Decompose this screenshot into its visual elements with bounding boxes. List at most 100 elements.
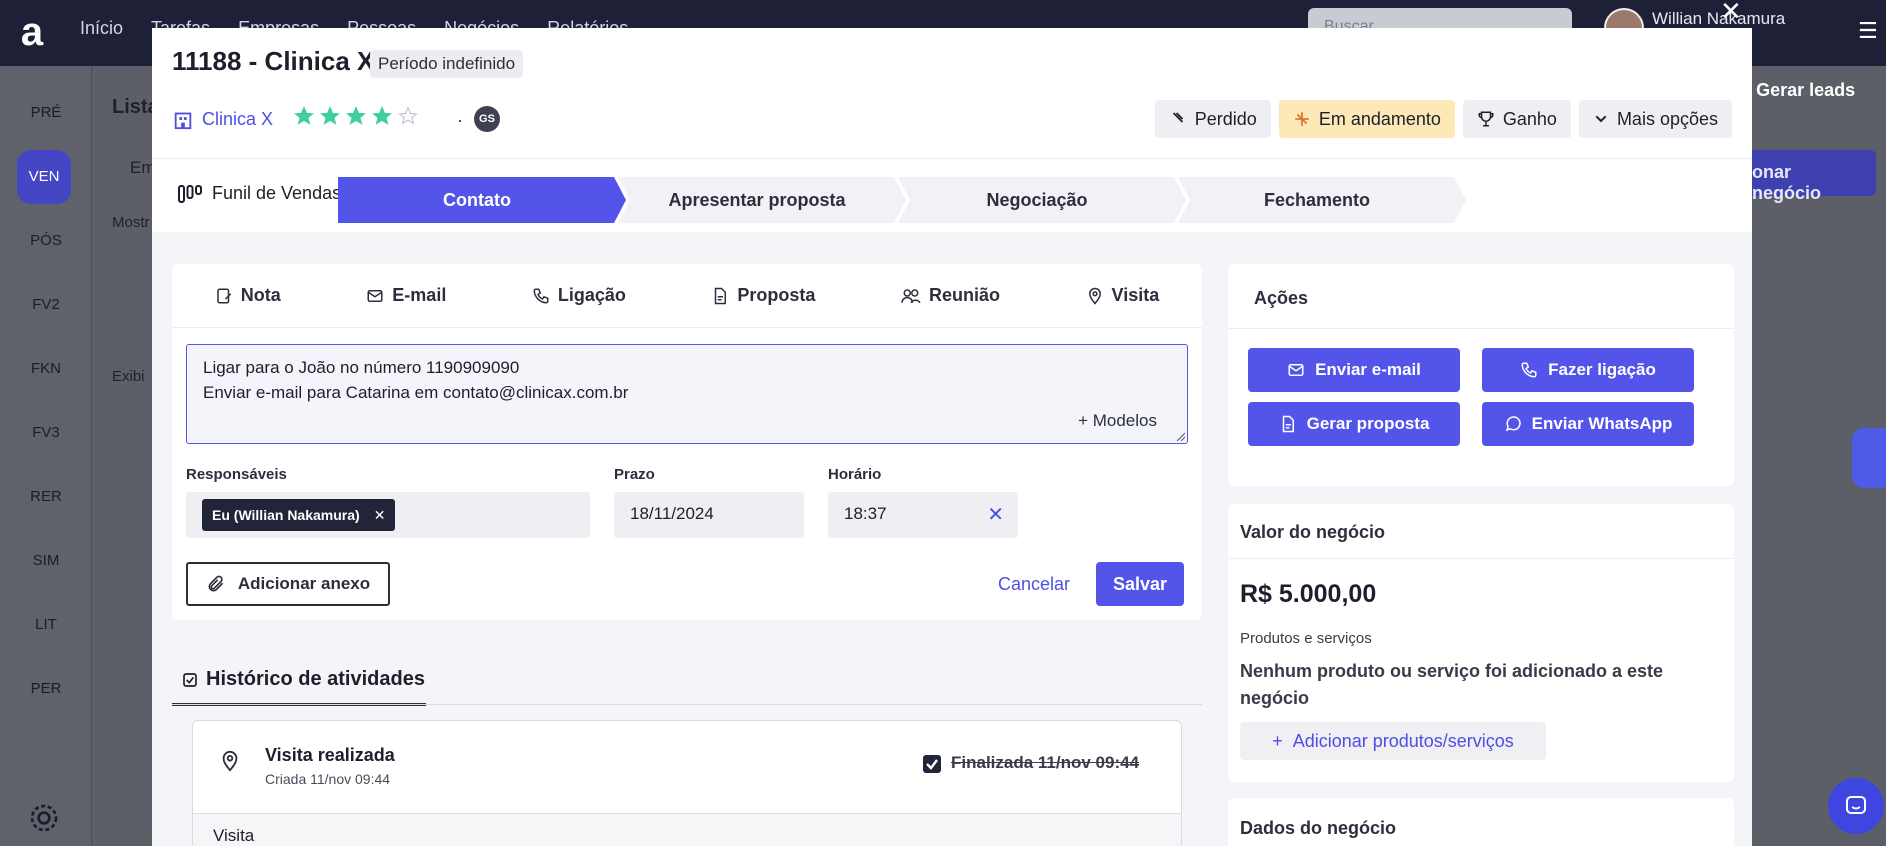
tab-history[interactable]: Histórico de atividades (172, 656, 426, 706)
proposal-button[interactable]: Gerar proposta (1248, 402, 1460, 446)
note-textarea[interactable]: Ligar para o João no número 1190909090 E… (186, 344, 1188, 444)
sparkle-icon (1295, 112, 1309, 126)
sidebar-item-per[interactable]: PER (0, 680, 92, 697)
funnel-selector[interactable]: Funil de Vendas (178, 183, 341, 204)
cancel-button[interactable]: Cancelar (998, 574, 1070, 595)
call-label: Fazer ligação (1548, 360, 1656, 379)
mail-icon (1288, 364, 1304, 376)
attach-button[interactable]: Adicionar anexo (186, 562, 390, 606)
funnel-stage-3[interactable]: Negociação (898, 177, 1186, 223)
more-options-button[interactable]: Mais opções (1578, 100, 1732, 138)
sidebar-item-pre[interactable]: PRÉ (0, 104, 92, 121)
sidebar-item-lit[interactable]: LIT (0, 616, 92, 633)
hamburger-icon[interactable]: ☰ (1858, 18, 1878, 44)
funnel-stage-4[interactable]: Fechamento (1178, 177, 1466, 223)
prazo-field[interactable]: 18/11/2024 (614, 492, 804, 538)
document-icon (715, 287, 727, 304)
save-button[interactable]: Salvar (1096, 562, 1184, 606)
bg-mostr-text: Mostr (112, 214, 150, 231)
deal-value-panel: Valor do negócio R$ 5.000,00 Produtos e … (1228, 504, 1734, 782)
funnel-stage-2[interactable]: Apresentar proposta (618, 177, 906, 223)
tab-nota[interactable]: Nota (215, 285, 281, 306)
star-filled-icon[interactable] (294, 106, 314, 126)
models-link[interactable]: + Modelos (1078, 408, 1157, 433)
company-link[interactable]: Clinica X (172, 108, 273, 130)
note-icon (217, 288, 232, 303)
horario-value: 18:37 (844, 504, 887, 523)
deal-data-panel: Dados do negócio (1228, 798, 1734, 846)
star-filled-icon[interactable] (320, 106, 340, 126)
plus-icon: + (1272, 730, 1283, 751)
tab-visita[interactable]: Visita (1086, 285, 1160, 306)
star-filled-icon[interactable] (346, 106, 366, 126)
won-button[interactable]: Ganho (1462, 100, 1571, 138)
deal-amount[interactable]: R$ 5.000,00 (1240, 580, 1376, 609)
map-pin-icon (1088, 287, 1101, 305)
sidebar-item-ven[interactable]: VEN (17, 150, 71, 204)
separator-dot: · (457, 110, 463, 130)
deal-modal: 11188 - Clinica X Período indefinido Cli… (152, 28, 1752, 846)
sidebar-item-fv2[interactable]: FV2 (0, 296, 92, 313)
horario-label: Horário (828, 466, 882, 483)
products-empty-text: Nenhum produto ou serviço foi adicionado… (1240, 661, 1664, 708)
app-logo[interactable]: a (10, 10, 54, 54)
building-icon (174, 112, 192, 130)
period-badge[interactable]: Período indefinido (370, 50, 524, 78)
paperclip-icon (208, 575, 224, 592)
close-icon[interactable]: ✕ (1720, 0, 1742, 27)
whatsapp-button[interactable]: Enviar WhatsApp (1482, 402, 1694, 446)
funnel-stage-label: Contato (443, 189, 511, 210)
responsaveis-field[interactable]: Eu (Willian Nakamura) ✕ (186, 492, 590, 538)
deal-data-title: Dados do negócio (1240, 818, 1397, 838)
funnel-stage-label: Fechamento (1263, 189, 1371, 210)
nav-inicio[interactable]: Início (80, 18, 123, 39)
funnel-stage-label: Negociação (986, 189, 1088, 210)
sidebar-item-fkn[interactable]: FKN (0, 360, 92, 377)
funnel-label: Funil de Vendas (212, 183, 342, 203)
tab-visita-label: Visita (1111, 285, 1160, 305)
tab-email[interactable]: E-mail (366, 285, 446, 306)
deal-value-title: Valor do negócio (1240, 522, 1386, 542)
tab-ligacao[interactable]: Ligação (532, 285, 626, 306)
in-progress-button[interactable]: Em andamento (1278, 100, 1455, 138)
whatsapp-float-button[interactable] (1852, 428, 1886, 488)
horario-field[interactable]: 18:37 ✕ (828, 492, 1018, 538)
novo-negocio-button[interactable]: onar negócio (1740, 150, 1876, 203)
chip-close-icon[interactable]: ✕ (374, 507, 386, 524)
sidebar-item-fv3[interactable]: FV3 (0, 424, 92, 441)
add-products-button[interactable]: + Adicionar produtos/serviços (1240, 722, 1546, 760)
products-label: Produtos e serviços (1240, 630, 1372, 647)
responsavel-chip: Eu (Willian Nakamura) ✕ (202, 499, 396, 531)
deal-value-divider (1228, 558, 1734, 559)
whatsapp-label: Enviar WhatsApp (1531, 414, 1673, 433)
gear-icon[interactable] (28, 802, 60, 834)
owner-avatar[interactable]: GS (474, 106, 500, 132)
lost-label: Perdido (1194, 108, 1257, 129)
lost-button[interactable]: Perdido (1154, 100, 1271, 138)
chat-float-button[interactable] (1828, 778, 1884, 834)
tab-reuniao[interactable]: Reunião (901, 285, 1000, 306)
in-progress-label: Em andamento (1318, 108, 1441, 129)
note-line-2: Enviar e-mail para Catarina em contato@c… (203, 383, 629, 402)
tab-proposta[interactable]: Proposta (711, 285, 815, 306)
history-item[interactable]: Visita realizada Criada 11/nov 09:44 Fin… (192, 720, 1182, 846)
history-item-done: Finalizada 11/nov 09:44 (951, 753, 1140, 772)
note-line-1: Ligar para o João no número 1190909090 (203, 358, 520, 377)
status-buttons: Perdido Em andamento Ganho Mais opções (1154, 100, 1732, 138)
rating-stars[interactable] (294, 106, 418, 126)
checklist-icon (183, 672, 197, 687)
funnel-stage-1[interactable]: Contato (338, 177, 626, 223)
sidebar-item-pos[interactable]: PÓS (0, 232, 92, 249)
gerar-leads-button[interactable]: ➚ Gerar leads (1736, 80, 1886, 120)
sidebar-item-rer[interactable]: RER (0, 488, 92, 505)
resize-handle-icon[interactable] (1175, 431, 1185, 441)
sidebar-item-sim[interactable]: SIM (0, 552, 92, 569)
star-empty-icon[interactable] (398, 106, 418, 126)
star-filled-icon[interactable] (372, 106, 392, 126)
send-email-button[interactable]: Enviar e-mail (1248, 348, 1460, 392)
clear-time-icon[interactable]: ✕ (987, 502, 1004, 527)
call-button[interactable]: Fazer ligação (1482, 348, 1694, 392)
done-checkbox[interactable] (923, 755, 941, 773)
history-item-title: Visita realizada (265, 745, 395, 765)
phone-icon (533, 288, 549, 304)
